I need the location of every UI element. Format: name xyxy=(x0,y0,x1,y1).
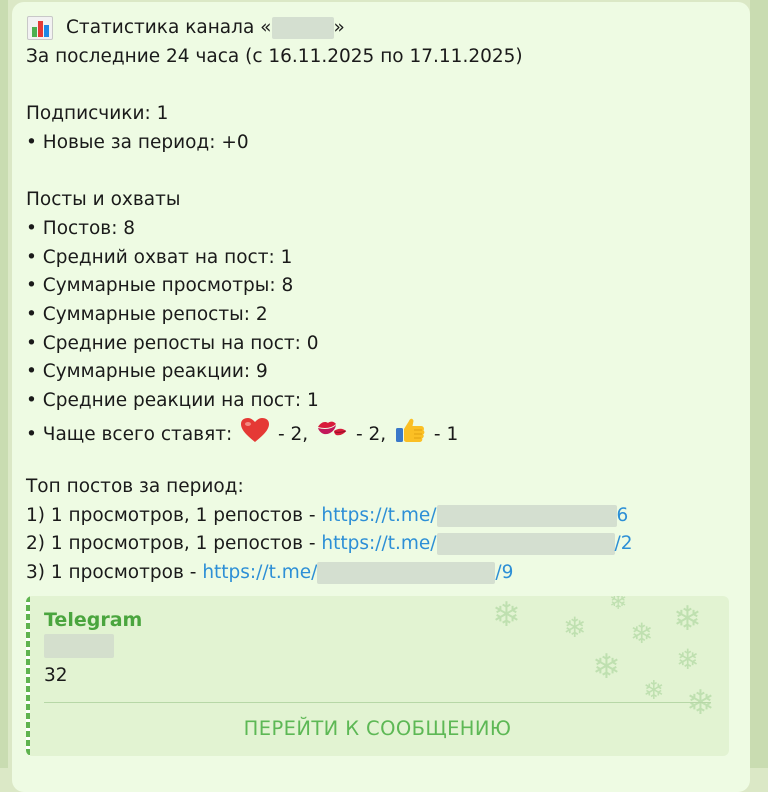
new-subscribers: • Новые за период: +0 xyxy=(26,131,249,153)
top-post-2-text: 2) 1 просмотров, 1 репостов - xyxy=(26,533,322,555)
kiss-icon xyxy=(316,418,348,452)
channel-name-redacted xyxy=(271,17,334,40)
snowflake-icon: ❄ xyxy=(630,617,654,650)
top-reactions-label: • Чаще всего ставят: xyxy=(26,423,239,445)
card-divider xyxy=(44,702,711,703)
title-suffix: » xyxy=(333,17,345,38)
stat-total-views: • Суммарные просмотры: 8 xyxy=(26,275,294,297)
top-post-3-link[interactable]: https://t.me//9 xyxy=(202,562,513,585)
top-reactions-line: • Чаще всего ставят: - 2, - 2, - 1 xyxy=(26,416,750,445)
go-to-message-button[interactable]: ПЕРЕЙТИ К СООБЩЕНИЮ xyxy=(26,704,729,752)
link-preview-card[interactable]: ❄ ❄ ❄ ❄ ❄ ❄ ❄ ❄ ❄ Telegram 32 ПЕРЕЙТИ К … xyxy=(26,596,729,756)
card-description: 32 xyxy=(44,665,68,686)
chat-background-right xyxy=(750,0,768,768)
link-redacted xyxy=(436,504,617,527)
top-post-2-link[interactable]: https://t.me//2 xyxy=(321,533,633,556)
red-heart-icon xyxy=(240,417,270,453)
snowflake-icon: ❄ xyxy=(492,596,521,635)
stat-avg-reactions: • Средние реакции на пост: 1 xyxy=(26,389,319,411)
bar-chart-icon xyxy=(26,16,56,41)
message-title: Статистика канала « » xyxy=(26,14,750,43)
top-post-1-text: 1) 1 просмотров, 1 репостов - xyxy=(26,504,322,526)
stat-avg-reach: • Средний охват на пост: 1 xyxy=(26,246,293,268)
stat-total-reactions: • Суммарные реакции: 9 xyxy=(26,361,268,383)
top-posts-heading: Топ постов за период: xyxy=(26,476,244,497)
chat-background-left xyxy=(0,0,8,768)
link-redacted xyxy=(436,533,615,556)
snowflake-icon: ❄ xyxy=(592,647,621,687)
message-bubble: Статистика канала « » За последние 24 ча… xyxy=(12,2,750,792)
posts-heading: Посты и охваты xyxy=(26,189,181,211)
kiss-count: - 2, xyxy=(350,423,393,445)
snowflake-icon: ❄ xyxy=(609,596,628,615)
top-post-3-text: 3) 1 просмотров - xyxy=(26,562,203,584)
stat-posts: • Постов: 8 xyxy=(26,217,136,239)
top-post-2: 2) 1 просмотров, 1 репостов - https://t.… xyxy=(26,530,750,559)
top-post-1-link[interactable]: https://t.me/6 xyxy=(321,504,628,527)
thumbs-up-icon xyxy=(394,416,426,454)
title-prefix: Статистика канала « xyxy=(66,17,272,38)
thumbs-up-count: - 1 xyxy=(428,423,459,445)
heart-count: - 2, xyxy=(272,423,315,445)
snowflake-icon: ❄ xyxy=(676,643,700,676)
card-title-redacted xyxy=(44,634,114,658)
link-redacted xyxy=(317,562,496,585)
stat-total-reposts: • Суммарные репосты: 2 xyxy=(26,303,268,325)
snowflake-icon: ❄ xyxy=(563,611,587,644)
stat-avg-reposts: • Средние репосты на пост: 0 xyxy=(26,332,319,354)
period-line: За последние 24 часа (с 16.11.2025 по 17… xyxy=(26,45,523,67)
snowflake-icon: ❄ xyxy=(643,676,665,706)
snowflake-icon: ❄ xyxy=(673,599,702,639)
subscribers-heading: Подписчики: 1 xyxy=(26,103,169,125)
top-post-3: 3) 1 просмотров - https://t.me//9 xyxy=(26,559,750,588)
card-site-name: Telegram xyxy=(44,609,143,631)
top-post-1: 1) 1 просмотров, 1 репостов - https://t.… xyxy=(26,502,750,531)
